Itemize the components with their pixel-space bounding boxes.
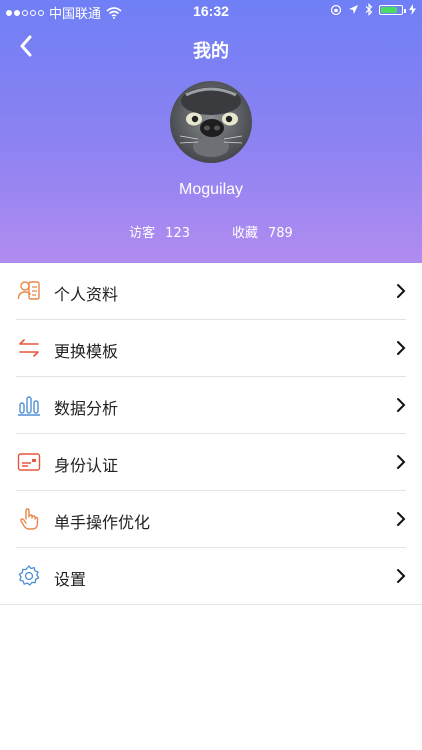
hand-pointer-icon (20, 508, 39, 530)
profile-header: 中国联通 16:32 我的 Moguilay 访客 123 收藏 789 (0, 0, 422, 263)
profile-card-icon (17, 281, 40, 300)
status-bar: 中国联通 16:32 (0, 0, 422, 22)
battery-icon (379, 4, 406, 15)
bluetooth-icon (365, 3, 373, 16)
menu-item-label: 设置 (54, 570, 87, 589)
menu-item-label: 更换模板 (54, 342, 119, 361)
cat-photo-avatar (179, 87, 243, 157)
chevron-right-icon (397, 398, 406, 412)
profile-stats: 访客 123 收藏 789 (0, 222, 422, 241)
menu-item-data-analysis[interactable]: 数据分析 (0, 377, 422, 434)
visitors-label: 访客 (129, 226, 156, 241)
chevron-right-icon (397, 512, 406, 526)
menu-item-profile[interactable]: 个人资料 (0, 263, 422, 320)
menu-item-label: 单手操作优化 (54, 513, 151, 532)
swap-arrows-icon (19, 339, 39, 357)
visitors-stat[interactable]: 访客 123 (129, 222, 190, 241)
menu-item-label: 个人资料 (54, 285, 119, 304)
avatar[interactable] (170, 81, 252, 163)
chevron-right-icon (397, 569, 406, 583)
favorites-label: 收藏 (232, 226, 259, 241)
settings-menu: 个人资料 更换模板 数据分析 身份认证 单手操作优化 设置 (0, 263, 422, 605)
favorites-count: 789 (268, 226, 293, 241)
gear-icon (18, 565, 40, 586)
menu-item-settings[interactable]: 设置 (0, 548, 422, 605)
chevron-right-icon (397, 341, 406, 355)
menu-item-one-hand-mode[interactable]: 单手操作优化 (0, 491, 422, 548)
page-title: 我的 (193, 41, 229, 62)
username: Moguilay (178, 181, 244, 198)
visitors-count: 123 (165, 226, 190, 241)
menu-item-identity-verification[interactable]: 身份认证 (0, 434, 422, 491)
menu-item-label: 身份认证 (54, 456, 119, 475)
menu-item-label: 数据分析 (54, 399, 119, 418)
bar-chart-icon (18, 396, 40, 416)
orientation-lock-icon (330, 4, 342, 15)
chevron-right-icon (397, 284, 406, 298)
location-arrow-icon (349, 5, 358, 14)
chevron-right-icon (397, 455, 406, 469)
charging-bolt-icon (409, 4, 416, 15)
favorites-stat[interactable]: 收藏 789 (232, 222, 293, 241)
id-card-icon (17, 453, 41, 471)
menu-item-change-template[interactable]: 更换模板 (0, 320, 422, 377)
